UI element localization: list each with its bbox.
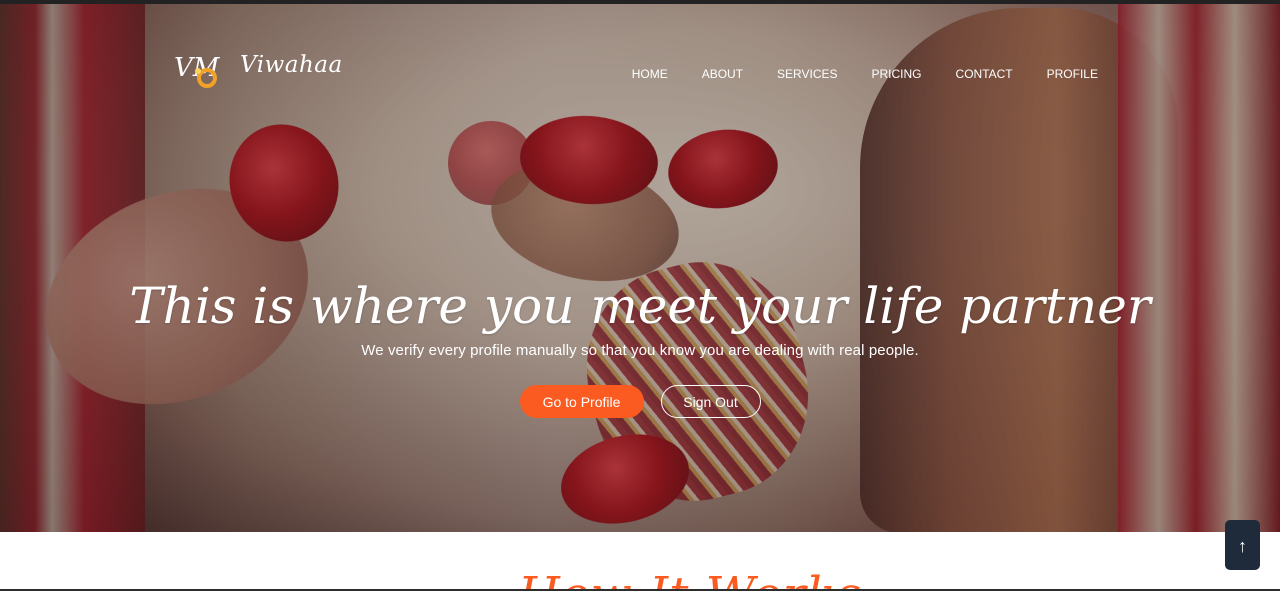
hero-subtext: We verify every profile manually so that… [361, 342, 919, 359]
nav-profile-link[interactable]: PROFILE [1047, 67, 1098, 81]
rose-garland-left [214, 110, 354, 256]
hero-content: This is where you meet your life partner… [0, 268, 1280, 418]
hero-headline: This is where you meet your life partner [129, 277, 1151, 335]
rose-garland-back [448, 121, 534, 205]
main-navigation: HOME ABOUT SERVICES PRICING CONTACT PROF… [632, 67, 1098, 81]
hero-actions: Go to Profile Sign Out [0, 385, 1280, 418]
arrow-up-icon: ↑ [1238, 536, 1247, 556]
rose-garland-right [663, 122, 783, 216]
site-header: VM Viwahaa HOME ABOUT SERVICES PRICING C… [0, 4, 1280, 114]
viwahaa-logo-icon[interactable]: VM [172, 54, 232, 102]
nav-pricing-link[interactable]: PRICING [872, 67, 922, 81]
nav-services-link[interactable]: SERVICES [777, 67, 837, 81]
brand-name[interactable]: Viwahaa [240, 52, 343, 78]
next-section-title: How It Works [518, 567, 862, 591]
nav-contact-link[interactable]: CONTACT [956, 67, 1013, 81]
go-to-profile-button[interactable]: Go to Profile [519, 385, 644, 418]
nav-home-link[interactable]: HOME [632, 67, 668, 81]
rose-garland-bottom [551, 421, 699, 532]
nav-about-link[interactable]: ABOUT [702, 67, 743, 81]
scroll-to-top-button[interactable]: ↑ [1225, 520, 1260, 570]
rose-garland-center [517, 111, 661, 209]
sign-out-button[interactable]: Sign Out [660, 385, 761, 418]
logo-gem-icon [195, 68, 201, 74]
